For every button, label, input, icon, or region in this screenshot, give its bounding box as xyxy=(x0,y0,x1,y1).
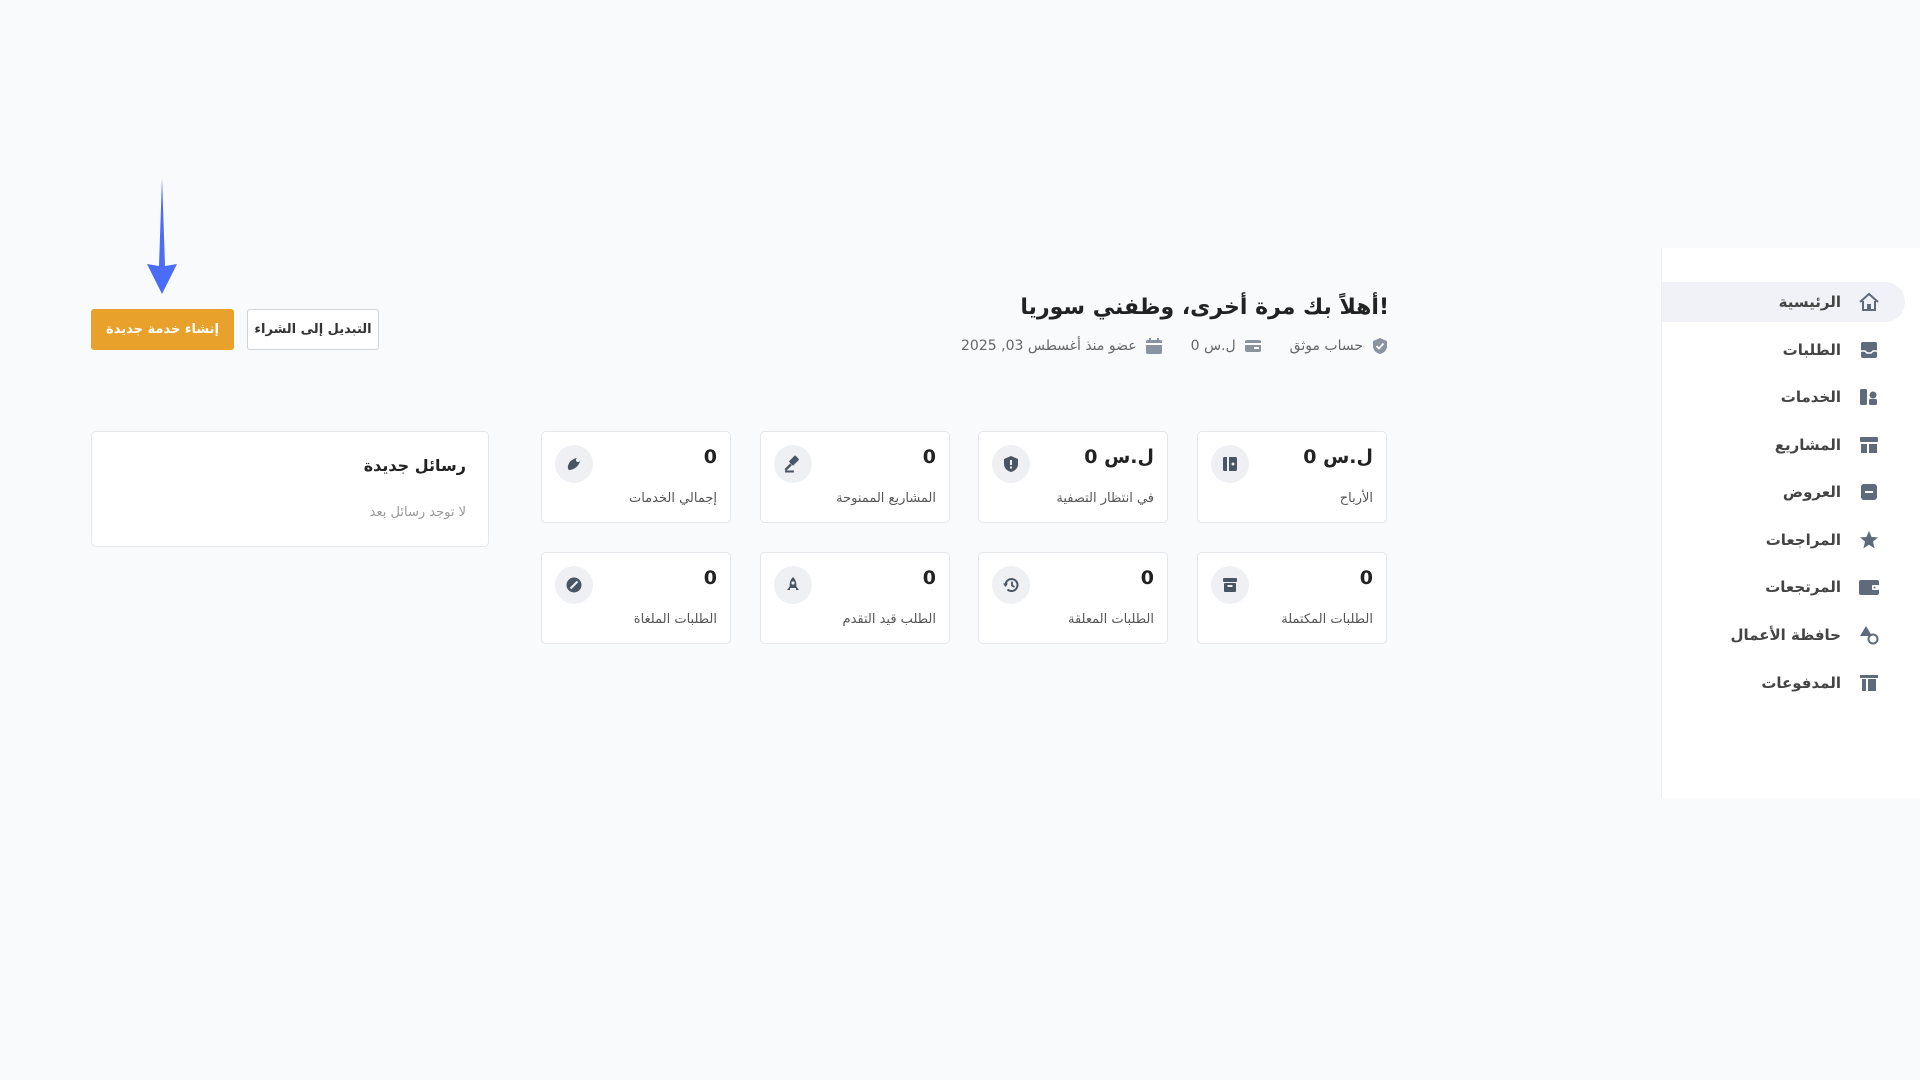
verified-shield-icon xyxy=(1371,337,1389,355)
sidebar-item-orders[interactable]: الطلبات xyxy=(1662,330,1905,370)
sidebar-item-label: حافظة الأعمال xyxy=(1730,626,1841,644)
stat-value: 0 xyxy=(703,446,717,468)
rocket-icon xyxy=(774,566,812,604)
shapes-icon xyxy=(1857,623,1881,647)
sidebar-item-services[interactable]: الخدمات xyxy=(1662,377,1905,417)
sidebar-item-returns[interactable]: المرتجعات xyxy=(1662,567,1905,607)
sidebar-item-label: الرئيسية xyxy=(1778,293,1841,311)
stat-card-awarded-projects: 0 المشاريع الممنوحة xyxy=(760,431,950,523)
stat-label: في انتظار التصفية xyxy=(1056,491,1154,506)
stat-label: إجمالي الخدمات xyxy=(628,491,717,506)
stat-label: الطلبات الملغاة xyxy=(633,612,717,627)
stat-value: 0 xyxy=(922,567,936,589)
services-icon xyxy=(1857,385,1881,409)
arrow-down-icon xyxy=(147,178,177,294)
stat-value: 0 ل.س xyxy=(1303,446,1373,468)
archive-icon xyxy=(1211,566,1249,604)
page-title: أهلاً بك مرة أخرى، وظفني سوريا! xyxy=(1020,295,1389,320)
stat-label: المشاريع الممنوحة xyxy=(836,491,936,506)
balance-value: 0 ل.س xyxy=(1190,338,1236,354)
stat-label: الأرباح xyxy=(1339,491,1373,506)
payments-icon xyxy=(1857,671,1881,695)
create-service-button[interactable]: إنشاء خدمة جديدة xyxy=(91,309,234,350)
shield-icon xyxy=(992,445,1030,483)
gavel-icon xyxy=(774,445,812,483)
sidebar: الرئيسية الطلبات الخدمات المشاريع العروض… xyxy=(1661,248,1920,798)
stat-label: الطلب قيد التقدم xyxy=(842,612,936,627)
sidebar-item-payments[interactable]: المدفوعات xyxy=(1662,663,1905,703)
sidebar-item-projects[interactable]: المشاريع xyxy=(1662,425,1905,465)
sidebar-item-label: المدفوعات xyxy=(1761,674,1841,692)
messages-empty-state: لا توجد رسائل بعد xyxy=(369,505,466,520)
projects-icon xyxy=(1857,433,1881,457)
stat-card-pending-orders: 0 الطلبات المعلقة xyxy=(978,552,1168,644)
history-icon xyxy=(992,566,1030,604)
stat-card-pending-clearance: 0 ل.س في انتظار التصفية xyxy=(978,431,1168,523)
balance: 0 ل.س xyxy=(1191,337,1262,355)
calendar-icon xyxy=(1145,337,1163,355)
wallet-icon xyxy=(1857,575,1881,599)
stat-value: 0 ل.س xyxy=(1084,446,1154,468)
stat-value: 0 xyxy=(703,567,717,589)
stat-label: الطلبات المعلقة xyxy=(1067,612,1154,627)
verified-account: حساب موثق xyxy=(1290,337,1389,355)
sidebar-item-label: المراجعات xyxy=(1765,531,1841,549)
sidebar-item-home[interactable]: الرئيسية xyxy=(1662,282,1905,322)
offers-icon xyxy=(1857,480,1881,504)
earnings-icon xyxy=(1211,445,1249,483)
sidebar-item-label: الطلبات xyxy=(1782,341,1841,359)
stat-value: 0 xyxy=(1359,567,1373,589)
star-icon xyxy=(1857,528,1881,552)
home-icon xyxy=(1857,290,1881,314)
services-total-icon xyxy=(555,445,593,483)
sidebar-item-reviews[interactable]: المراجعات xyxy=(1662,520,1905,560)
sidebar-item-offers[interactable]: العروض xyxy=(1662,472,1905,512)
stat-card-completed-orders: 0 الطلبات المكتملة xyxy=(1197,552,1387,644)
new-messages-card: رسائل جديدة لا توجد رسائل بعد xyxy=(91,431,489,547)
sidebar-item-label: المشاريع xyxy=(1774,436,1841,454)
verified-label: حساب موثق xyxy=(1289,338,1363,354)
stat-card-earnings: 0 ل.س الأرباح xyxy=(1197,431,1387,523)
stat-card-in-progress: 0 الطلب قيد التقدم xyxy=(760,552,950,644)
stat-value: 0 xyxy=(922,446,936,468)
sidebar-item-label: العروض xyxy=(1782,483,1841,501)
sidebar-item-label: المرتجعات xyxy=(1765,578,1841,596)
sidebar-item-label: الخدمات xyxy=(1780,388,1841,406)
messages-title: رسائل جديدة xyxy=(363,456,466,475)
cancel-icon xyxy=(555,566,593,604)
member-since: عضو منذ أغسطس 03, 2025 xyxy=(961,337,1163,355)
switch-to-buying-button[interactable]: التبديل إلى الشراء xyxy=(247,309,379,350)
account-meta: حساب موثق 0 ل.س عضو منذ أغسطس 03, 2025 xyxy=(961,337,1389,355)
inbox-icon xyxy=(1857,338,1881,362)
member-since-label: عضو منذ أغسطس 03, 2025 xyxy=(961,338,1137,354)
stat-value: 0 xyxy=(1140,567,1154,589)
stat-card-total-services: 0 إجمالي الخدمات xyxy=(541,431,731,523)
stat-card-cancelled-orders: 0 الطلبات الملغاة xyxy=(541,552,731,644)
sidebar-item-portfolio[interactable]: حافظة الأعمال xyxy=(1662,615,1905,655)
stat-label: الطلبات المكتملة xyxy=(1281,612,1373,627)
wallet-icon xyxy=(1244,337,1262,355)
